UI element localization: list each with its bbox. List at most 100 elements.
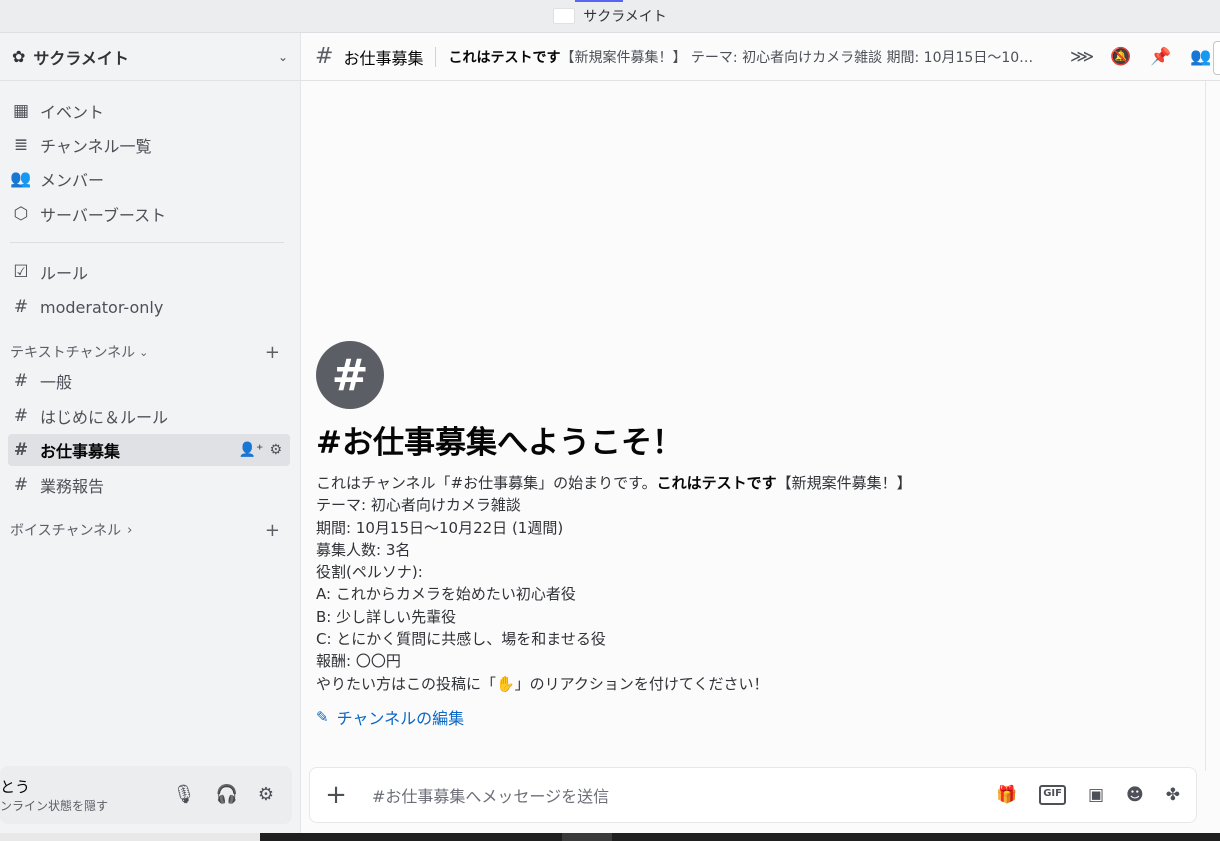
- channel-item-work-report[interactable]: # 業務報告: [8, 469, 290, 501]
- scrollbar[interactable]: [1205, 81, 1206, 771]
- microphone-icon[interactable]: 🎙: [173, 784, 196, 805]
- server-name: サクラメイト: [33, 48, 129, 68]
- channel-title: お仕事募集: [343, 48, 424, 68]
- welcome-line: 募集人数: 3名: [316, 540, 411, 559]
- titlebar-accent: [575, 0, 623, 2]
- apps-icon[interactable]: ✤: [1166, 785, 1180, 805]
- topic-text: 【新規案件募集！】 テーマ: 初心者向けカメラ雑談 期間: 10月15日〜10月…: [560, 49, 1039, 66]
- welcome-title: #お仕事募集へようこそ！: [316, 425, 683, 461]
- topic-bold: これはテストです: [448, 49, 561, 66]
- channel-label: お仕事募集: [40, 442, 121, 461]
- sidebar-item-rules[interactable]: ☑ ルール: [8, 256, 290, 288]
- user-name[interactable]: とう: [0, 776, 30, 797]
- create-invite-icon[interactable]: 👤⁺: [239, 442, 264, 458]
- channel-welcome: # #お仕事募集へようこそ！ これはチャンネル「#お仕事募集」の始まりです。これ…: [316, 341, 1196, 729]
- channel-label: 一般: [40, 373, 73, 392]
- main-chat-area: # お仕事募集 これはテストです【新規案件募集！】 テーマ: 初心者向けカメラ雑…: [301, 33, 1220, 833]
- chevron-down-icon[interactable]: ⌄: [278, 50, 288, 64]
- welcome-line: 期間: 10月15日〜10月22日 (1週間): [316, 518, 564, 537]
- sidebar-item-channel-browse[interactable]: ≣ チャンネル一覧: [8, 129, 290, 161]
- category-label: ボイスチャンネル: [10, 523, 122, 539]
- members-icon: 👥: [10, 169, 32, 189]
- welcome-intro: これはチャンネル「#お仕事募集」の始まりです。これはテストです【新規案件募集！】: [316, 472, 1196, 494]
- app-logo-icon: [553, 8, 576, 24]
- welcome-line: 報酬: 〇〇円: [316, 652, 401, 671]
- server-icon: ✿: [12, 47, 26, 66]
- channel-label: はじめに＆ルール: [40, 408, 169, 427]
- channel-hash-icon: #: [316, 341, 384, 409]
- message-composer: + #お仕事募集へメッセージを送信 🎁 GIF ▣ ☻ ✤: [309, 767, 1197, 823]
- headphones-icon[interactable]: 🎧: [215, 784, 237, 805]
- chevron-down-icon: ⌄: [139, 345, 149, 359]
- edit-channel-label: チャンネルの編集: [336, 708, 465, 728]
- gif-icon[interactable]: GIF: [1039, 785, 1066, 805]
- sidebar-item-label: メンバー: [40, 171, 105, 190]
- server-header[interactable]: ✿ サクラメイト ⌄: [0, 33, 300, 81]
- threads-icon[interactable]: ⋙: [1070, 47, 1094, 67]
- intro-tail: 【新規案件募集！】: [776, 474, 912, 492]
- sticker-icon[interactable]: ▣: [1088, 785, 1104, 805]
- sidebar-item-label: サーバーブースト: [40, 206, 167, 225]
- sidebar-item-label: イベント: [40, 103, 105, 122]
- channel-item-job-posting[interactable]: # お仕事募集 👤⁺ ⚙: [8, 434, 290, 466]
- sidebar-item-members[interactable]: 👥 メンバー: [8, 163, 290, 195]
- window-titlebar: サクラメイト: [0, 0, 1220, 33]
- sidebar-item-label: チャンネル一覧: [40, 137, 152, 156]
- channel-topic[interactable]: これはテストです【新規案件募集！】 テーマ: 初心者向けカメラ雑談 期間: 10…: [448, 47, 1038, 67]
- gear-icon[interactable]: ⚙: [269, 442, 282, 458]
- gift-icon[interactable]: 🎁: [996, 785, 1017, 805]
- sidebar-item-server-boost[interactable]: ⬡ サーバーブースト: [8, 198, 290, 230]
- welcome-line: やりたい方はこの投稿に「✋」のリアクションを付けてください！: [316, 674, 769, 693]
- sidebar-item-events[interactable]: ▦ イベント: [8, 95, 290, 127]
- emoji-icon[interactable]: ☻: [1126, 785, 1144, 805]
- window-title: サクラメイト: [583, 9, 667, 25]
- category-voice-channels[interactable]: ボイスチャンネル › +: [10, 520, 286, 541]
- user-status: ンライン状態を隠す: [0, 799, 109, 813]
- attach-plus-icon[interactable]: +: [310, 780, 362, 810]
- notification-muted-icon[interactable]: 🔕: [1110, 47, 1131, 67]
- hash-icon: #: [13, 371, 29, 391]
- boost-icon: ⬡: [13, 204, 29, 224]
- welcome-line: B: 少し詳しい先輩役: [316, 607, 457, 626]
- category-label: テキストチャンネル: [10, 345, 136, 361]
- user-controls: 🎙 🎧 ⚙: [173, 784, 274, 805]
- hash-icon: #: [13, 475, 29, 495]
- channel-browse-icon: ≣: [13, 135, 29, 155]
- channel-item-general[interactable]: # 一般: [8, 365, 290, 397]
- category-text-channels[interactable]: テキストチャンネル ⌄ +: [10, 342, 286, 363]
- gear-icon[interactable]: ⚙: [258, 784, 274, 805]
- search-box-edge[interactable]: [1213, 41, 1220, 75]
- sidebar-item-moderator-only[interactable]: # moderator-only: [8, 291, 290, 323]
- intro-text: これはチャンネル「#お仕事募集」の始まりです。: [316, 474, 657, 492]
- intro-bold: これはテストです: [656, 474, 777, 492]
- chevron-right-icon: ›: [127, 522, 133, 538]
- hash-icon: #: [13, 440, 29, 460]
- add-channel-icon[interactable]: +: [265, 342, 280, 363]
- rules-icon: ☑: [13, 262, 29, 282]
- edit-channel-link[interactable]: ✎ チャンネルの編集: [316, 705, 1196, 729]
- hash-icon: #: [315, 44, 334, 69]
- welcome-line: A: これからカメラを始めたい初心者役: [316, 585, 576, 604]
- sidebar-divider: [10, 242, 284, 243]
- calendar-icon: ▦: [12, 101, 30, 121]
- sidebar-item-label: ルール: [40, 264, 89, 283]
- pin-icon[interactable]: 📌: [1150, 47, 1171, 67]
- welcome-line: 役割(ペルソナ):: [316, 563, 423, 582]
- taskbar-segment: [562, 833, 612, 841]
- channel-actions: 👤⁺ ⚙: [239, 442, 282, 458]
- pencil-icon: ✎: [316, 707, 329, 726]
- channel-item-intro-rules[interactable]: # はじめに＆ルール: [8, 400, 290, 432]
- message-input[interactable]: #お仕事募集へメッセージを送信: [362, 783, 996, 807]
- add-channel-icon[interactable]: +: [265, 520, 280, 541]
- header-divider: [435, 46, 437, 67]
- channel-sidebar: ✿ サクラメイト ⌄ ▦ イベント ≣ チャンネル一覧 👥 メンバー ⬡ サーバ…: [0, 33, 301, 833]
- welcome-line: テーマ: 初心者向けカメラ雑談: [316, 496, 521, 515]
- locked-hash-icon: #: [13, 297, 29, 317]
- sidebar-item-label: moderator-only: [40, 297, 164, 317]
- taskbar-segment: [0, 833, 260, 841]
- hash-icon: #: [13, 406, 29, 426]
- user-panel: とう ンライン状態を隠す 🎙 🎧 ⚙: [0, 766, 292, 824]
- os-taskbar: [0, 833, 1220, 841]
- composer-actions: 🎁 GIF ▣ ☻ ✤: [996, 785, 1196, 805]
- member-list-icon[interactable]: 👥: [1190, 47, 1211, 67]
